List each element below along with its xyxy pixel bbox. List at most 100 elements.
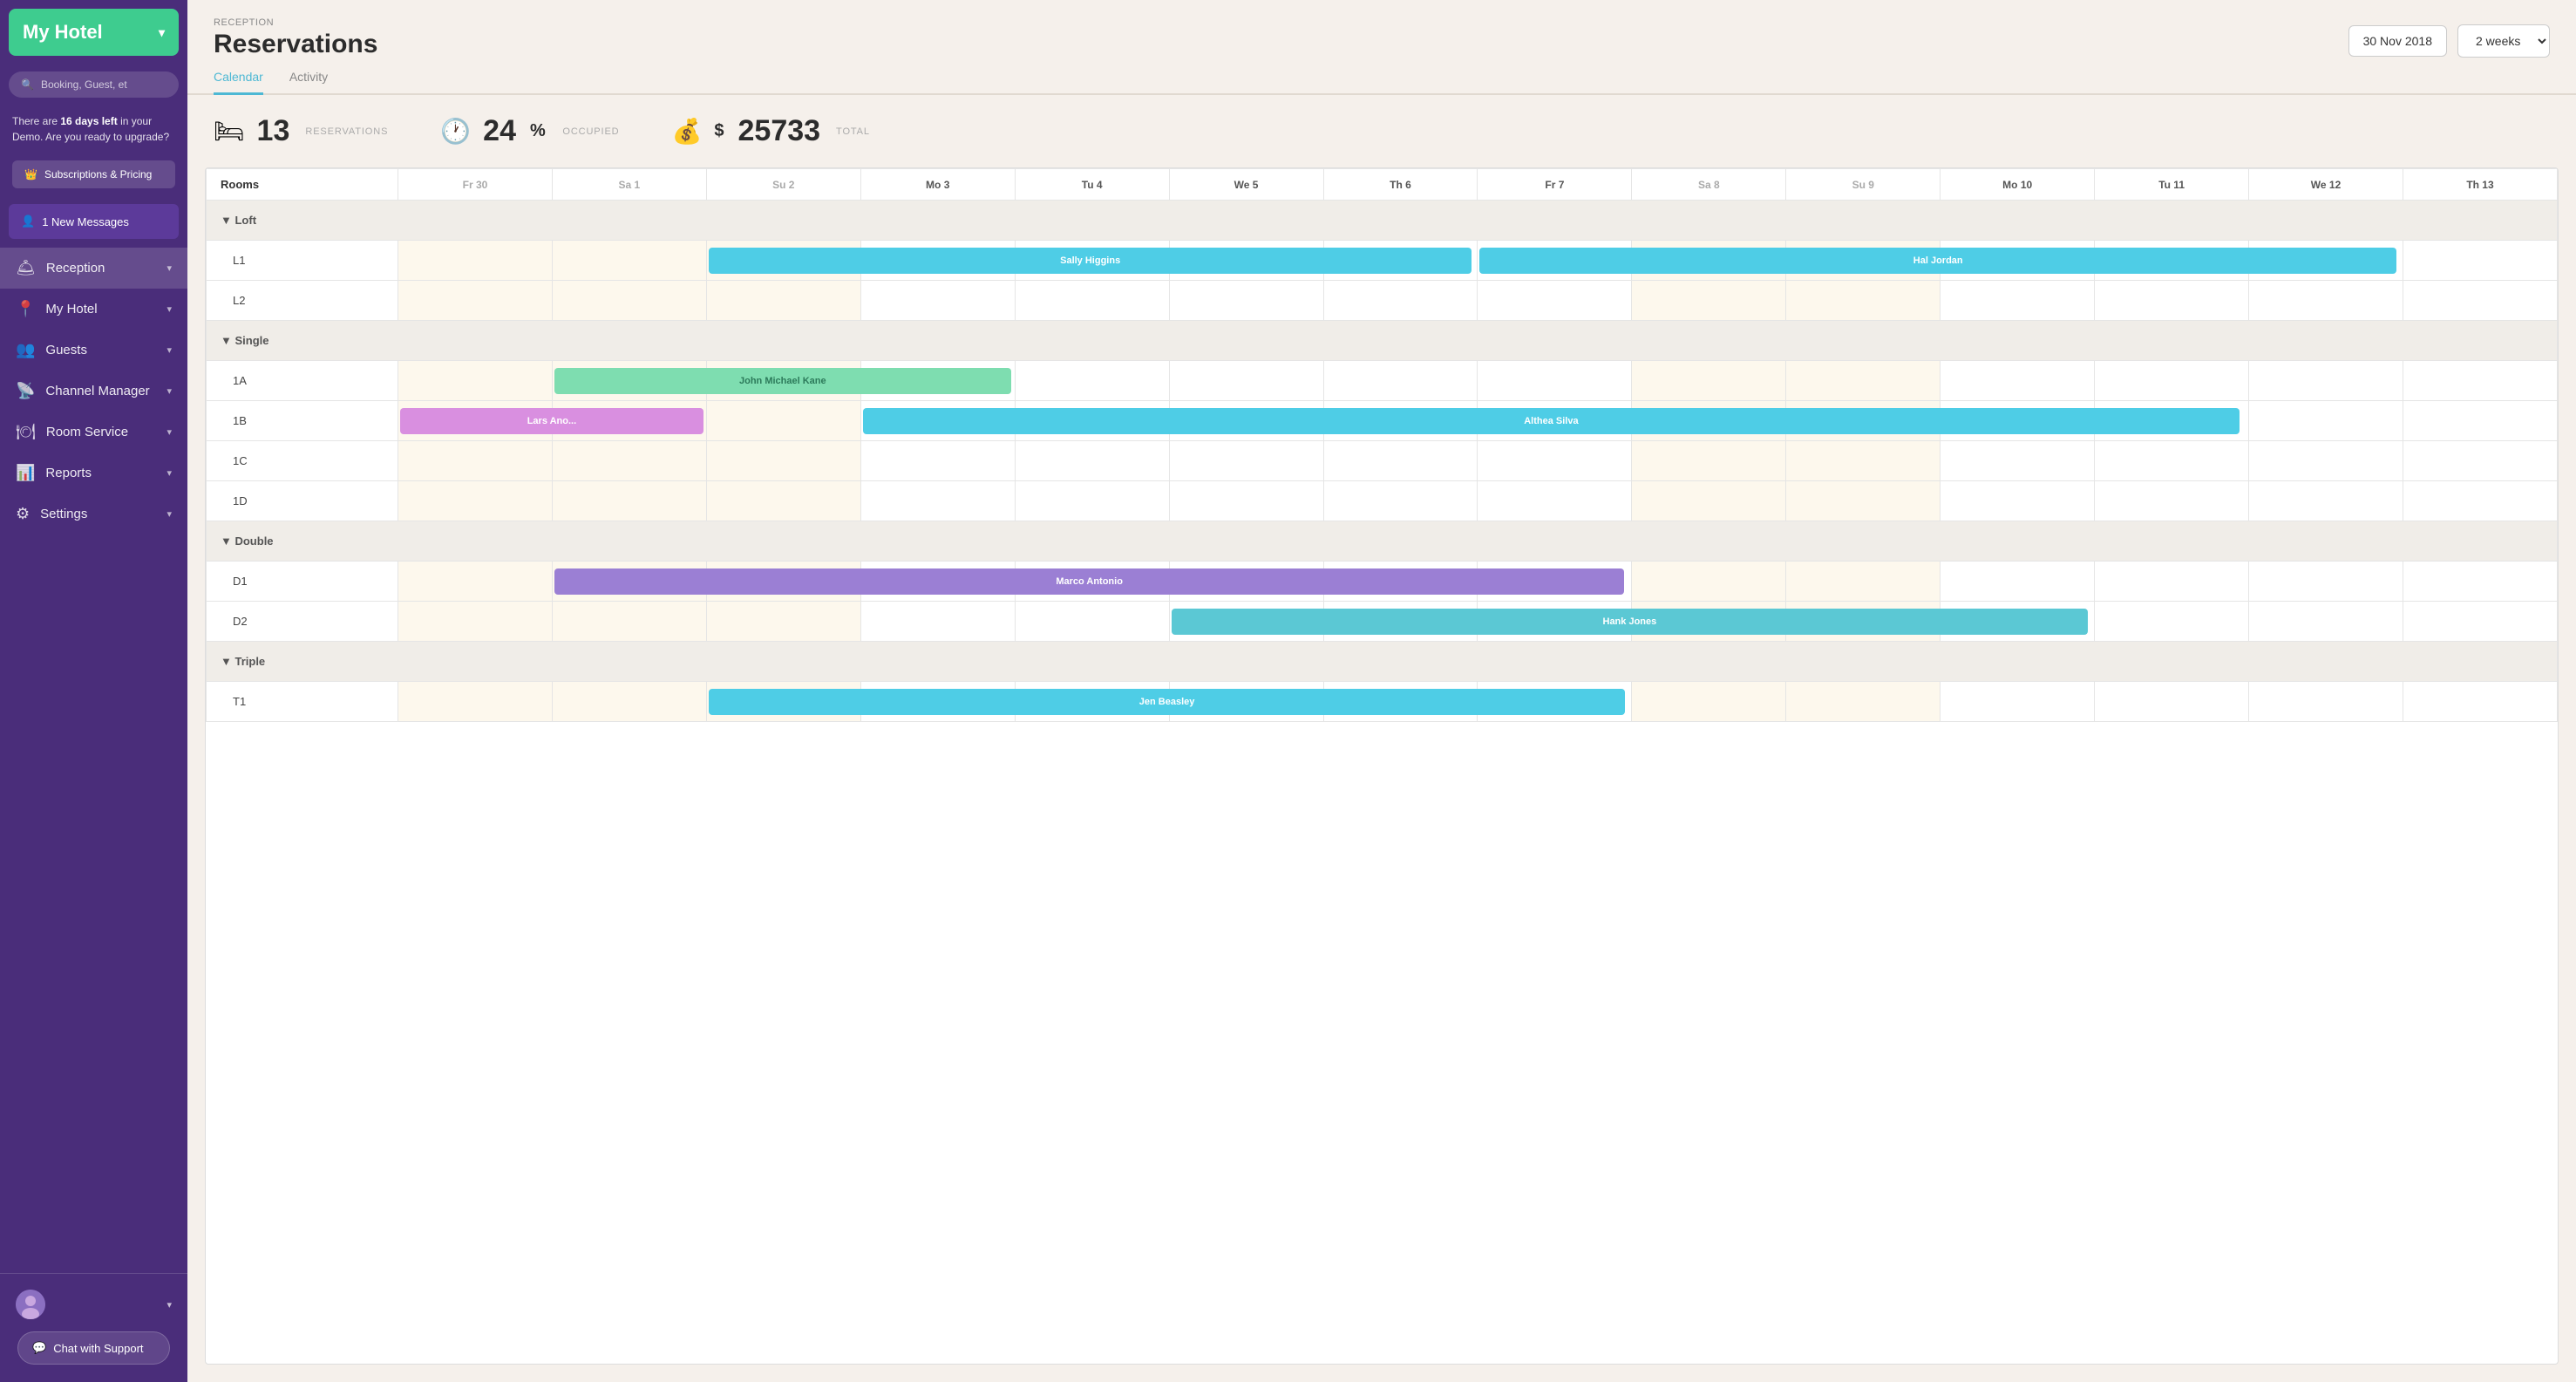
- chat-support-button[interactable]: 💬 Chat with Support: [17, 1331, 170, 1365]
- booking-bar[interactable]: Marco Antonio: [554, 568, 1624, 595]
- day-cell[interactable]: [2403, 401, 2557, 441]
- day-cell[interactable]: [2249, 441, 2403, 481]
- day-cell[interactable]: [1940, 281, 2095, 321]
- day-cell[interactable]: [1632, 562, 1786, 602]
- day-cell[interactable]: [2249, 401, 2403, 441]
- day-cell[interactable]: [2249, 361, 2403, 401]
- day-cell[interactable]: [1632, 281, 1786, 321]
- day-cell[interactable]: [398, 562, 553, 602]
- day-cell[interactable]: [398, 682, 553, 722]
- day-cell[interactable]: [706, 401, 860, 441]
- hotel-selector[interactable]: My Hotel ▾: [9, 9, 179, 56]
- day-cell[interactable]: [398, 361, 553, 401]
- day-cell[interactable]: [2095, 682, 2249, 722]
- day-cell[interactable]: [1015, 281, 1169, 321]
- tab-activity[interactable]: Activity: [289, 70, 328, 95]
- sidebar-item-room-service[interactable]: 🍽 Room Service ▾: [0, 412, 187, 453]
- calendar-wrapper[interactable]: Rooms Fr 30Sa 1Su 2Mo 3Tu 4We 5Th 6Fr 7S…: [205, 167, 2559, 1365]
- day-cell[interactable]: Hank Jones: [1169, 602, 1323, 642]
- sidebar-item-guests[interactable]: 👥 Guests ▾: [0, 330, 187, 371]
- day-cell[interactable]: [1169, 281, 1323, 321]
- day-cell[interactable]: [2403, 682, 2557, 722]
- day-cell[interactable]: Jen Beasley: [706, 682, 860, 722]
- booking-bar[interactable]: Jen Beasley: [709, 689, 1626, 715]
- day-cell[interactable]: [1478, 281, 1632, 321]
- day-cell[interactable]: Lars Ano...: [398, 401, 553, 441]
- day-cell[interactable]: [1015, 361, 1169, 401]
- day-cell[interactable]: [1632, 441, 1786, 481]
- day-cell[interactable]: [860, 602, 1015, 642]
- day-cell[interactable]: [706, 441, 860, 481]
- day-cell[interactable]: [1786, 481, 1940, 521]
- day-cell[interactable]: John Michael Kane: [552, 361, 706, 401]
- day-cell[interactable]: [1940, 481, 2095, 521]
- day-cell[interactable]: [2403, 481, 2557, 521]
- day-cell[interactable]: [1478, 481, 1632, 521]
- day-cell[interactable]: [2095, 602, 2249, 642]
- day-cell[interactable]: [2403, 562, 2557, 602]
- sidebar-item-settings[interactable]: ⚙ Settings ▾: [0, 494, 187, 534]
- messages-button[interactable]: 👤 1 New Messages: [9, 204, 179, 239]
- day-cell[interactable]: [398, 281, 553, 321]
- day-cell[interactable]: [706, 281, 860, 321]
- day-cell[interactable]: [1786, 562, 1940, 602]
- booking-bar[interactable]: Lars Ano...: [400, 408, 703, 434]
- day-cell[interactable]: Sally Higgins: [706, 241, 860, 281]
- sidebar-item-channel-manager[interactable]: 📡 Channel Manager ▾: [0, 371, 187, 412]
- day-cell[interactable]: [2095, 562, 2249, 602]
- booking-bar[interactable]: Sally Higgins: [709, 248, 1472, 274]
- day-cell[interactable]: [2095, 281, 2249, 321]
- day-cell[interactable]: [1169, 441, 1323, 481]
- user-profile[interactable]: ▾: [9, 1284, 179, 1324]
- day-cell[interactable]: [2403, 441, 2557, 481]
- day-cell[interactable]: [1015, 441, 1169, 481]
- day-cell[interactable]: [1632, 481, 1786, 521]
- day-cell[interactable]: Althea Silva: [860, 401, 1015, 441]
- day-cell[interactable]: [552, 682, 706, 722]
- day-cell[interactable]: [1786, 441, 1940, 481]
- day-cell[interactable]: [860, 441, 1015, 481]
- day-cell[interactable]: [1323, 441, 1478, 481]
- day-cell[interactable]: [706, 602, 860, 642]
- day-cell[interactable]: [2403, 602, 2557, 642]
- day-cell[interactable]: [1015, 481, 1169, 521]
- day-cell[interactable]: [1632, 682, 1786, 722]
- day-cell[interactable]: [1015, 602, 1169, 642]
- search-bar[interactable]: 🔍 Booking, Guest, et: [9, 71, 179, 98]
- booking-bar[interactable]: Hank Jones: [1172, 609, 2089, 635]
- day-cell[interactable]: [1940, 441, 2095, 481]
- day-cell[interactable]: [2249, 682, 2403, 722]
- upgrade-button[interactable]: 👑 Subscriptions & Pricing: [12, 160, 175, 188]
- day-cell[interactable]: [398, 241, 553, 281]
- sidebar-item-reports[interactable]: 📊 Reports ▾: [0, 453, 187, 494]
- day-cell[interactable]: [2249, 562, 2403, 602]
- day-cell[interactable]: [552, 241, 706, 281]
- day-cell[interactable]: [2095, 361, 2249, 401]
- day-cell[interactable]: [1940, 682, 2095, 722]
- day-cell[interactable]: [706, 481, 860, 521]
- day-cell[interactable]: [2403, 281, 2557, 321]
- date-picker[interactable]: 30 Nov 2018: [2348, 25, 2447, 57]
- day-cell[interactable]: [398, 441, 553, 481]
- day-cell[interactable]: [1478, 441, 1632, 481]
- day-cell[interactable]: [2403, 241, 2557, 281]
- day-cell[interactable]: [1169, 481, 1323, 521]
- day-cell[interactable]: [398, 602, 553, 642]
- sidebar-item-my-hotel[interactable]: 📍 My Hotel ▾: [0, 289, 187, 330]
- day-cell[interactable]: [1786, 682, 1940, 722]
- view-select[interactable]: 2 weeks 1 week 1 month: [2457, 24, 2550, 58]
- day-cell[interactable]: [1323, 361, 1478, 401]
- day-cell[interactable]: [1632, 361, 1786, 401]
- day-cell[interactable]: [2249, 481, 2403, 521]
- day-cell[interactable]: [1169, 361, 1323, 401]
- day-cell[interactable]: [2249, 602, 2403, 642]
- day-cell[interactable]: [552, 281, 706, 321]
- day-cell[interactable]: [1323, 281, 1478, 321]
- day-cell[interactable]: [1323, 481, 1478, 521]
- day-cell[interactable]: [1940, 562, 2095, 602]
- day-cell[interactable]: [552, 481, 706, 521]
- day-cell[interactable]: [552, 602, 706, 642]
- booking-bar[interactable]: Althea Silva: [863, 408, 2240, 434]
- tab-calendar[interactable]: Calendar: [214, 70, 263, 95]
- day-cell[interactable]: [860, 281, 1015, 321]
